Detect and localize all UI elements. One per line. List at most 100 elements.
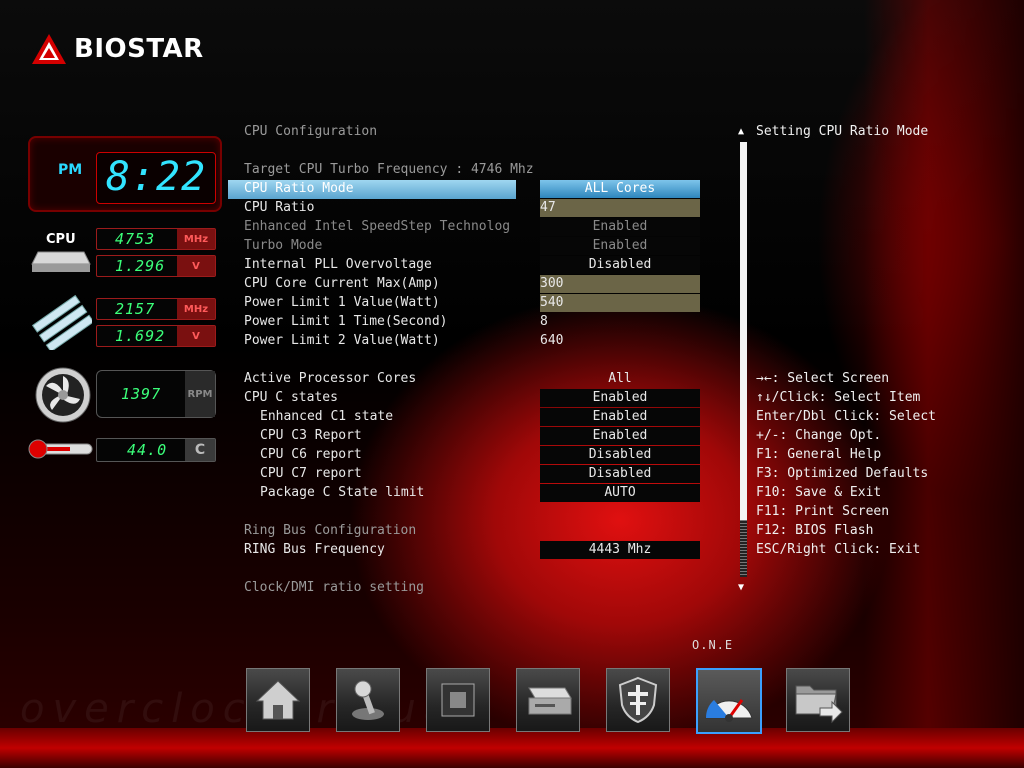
menu-row-value[interactable]: All xyxy=(540,370,700,388)
mem-volt-unit: V xyxy=(177,326,215,346)
help-key-line: ESC/Right Click: Exit xyxy=(756,542,921,557)
biostar-logo: BIOSTAR xyxy=(30,32,204,66)
dock-one-button[interactable] xyxy=(696,668,762,734)
menu-row-value[interactable]: Enabled xyxy=(540,408,700,426)
thermometer-icon xyxy=(28,439,93,459)
menu-row-value[interactable]: ALL Cores xyxy=(540,180,700,198)
menu-row-value[interactable]: Disabled xyxy=(540,465,700,483)
menu-row-label: Power Limit 2 Value(Watt) xyxy=(244,333,440,348)
home-icon xyxy=(255,680,301,720)
clock-dmi-section[interactable]: Clock/DMI ratio setting xyxy=(244,580,424,595)
menu-row-c3-report[interactable]: CPU C3 Report Enabled xyxy=(228,427,700,446)
joystick-icon xyxy=(352,680,384,720)
scroll-down-arrow-icon[interactable]: ▼ xyxy=(738,582,744,593)
menu-row-label: Power Limit 1 Value(Watt) xyxy=(244,295,440,310)
menu-row-turbo-mode: Turbo Mode Enabled xyxy=(228,237,700,256)
drive-icon xyxy=(528,687,572,715)
menu-row-value[interactable]: 540 xyxy=(540,294,700,312)
menu-row-label: CPU C6 report xyxy=(260,447,362,462)
menu-row-value[interactable]: 640 xyxy=(540,332,700,350)
menu-row-power-limit-2-value[interactable]: Power Limit 2 Value(Watt) 640 xyxy=(228,332,700,351)
logo-mark-icon xyxy=(32,34,66,64)
cpu-volt-display: 1.296 V xyxy=(96,255,216,277)
cpu-volt-value: 1.296 xyxy=(115,257,166,275)
menu-row-value[interactable]: Enabled xyxy=(540,389,700,407)
scroll-up-arrow-icon[interactable]: ▲ xyxy=(738,126,744,137)
cpu-freq-unit: MHz xyxy=(177,229,215,249)
mem-freq-unit: MHz xyxy=(177,299,215,319)
dock-chipset-button[interactable] xyxy=(426,668,490,732)
memory-module-icon xyxy=(32,294,92,350)
menu-row-pll-overvoltage[interactable]: Internal PLL Overvoltage Disabled xyxy=(228,256,700,275)
menu-row-value: Enabled xyxy=(540,218,700,236)
folder-exit-icon xyxy=(795,685,843,724)
dock-active-label: O.N.E xyxy=(692,638,734,652)
menu-row-cpu-ratio-mode[interactable]: CPU Ratio Mode ALL Cores xyxy=(228,180,700,199)
menu-row-value[interactable]: Disabled xyxy=(540,446,700,464)
page-title: CPU Configuration xyxy=(244,124,378,139)
menu-row-c7-report[interactable]: CPU C7 report Disabled xyxy=(228,465,700,484)
fan-icon xyxy=(35,367,91,423)
temp-unit: C xyxy=(185,439,215,461)
floor-decoration xyxy=(0,728,1024,768)
menu-row-cpu-ratio[interactable]: CPU Ratio 47 xyxy=(228,199,700,218)
temp-display: 44.0 C xyxy=(96,438,216,462)
cpu-label: CPU xyxy=(46,232,76,247)
menu-row-value[interactable]: 47 xyxy=(540,199,700,217)
help-title: Setting CPU Ratio Mode xyxy=(756,124,929,139)
turbo-frequency-info: Target CPU Turbo Frequency : 4746 Mhz xyxy=(244,162,534,177)
menu-row-label: CPU C3 Report xyxy=(260,428,362,443)
menu-row-label: RING Bus Frequency xyxy=(244,542,385,557)
dock-storage-button[interactable] xyxy=(516,668,580,732)
dock-home-button[interactable] xyxy=(246,668,310,732)
menu-row-label: Active Processor Cores xyxy=(244,371,417,386)
menu-row-value[interactable]: 4443 Mhz xyxy=(540,541,700,559)
menu-row-c-states[interactable]: CPU C states Enabled xyxy=(228,389,700,408)
clock-time: 8:22 xyxy=(105,154,207,200)
speedometer-icon xyxy=(705,699,753,722)
help-key-line: F10: Save & Exit xyxy=(756,485,882,500)
dock-exit-button[interactable] xyxy=(786,668,850,732)
menu-row-value[interactable]: 8 xyxy=(540,313,700,331)
mem-freq-value: 2157 xyxy=(115,300,156,318)
temp-value: 44.0 xyxy=(127,441,168,459)
menu-row-label: CPU Core Current Max(Amp) xyxy=(244,276,440,291)
menu-row-label: CPU C states xyxy=(244,390,338,405)
menu-row-c6-report[interactable]: CPU C6 report Disabled xyxy=(228,446,700,465)
menu-row-core-current-max[interactable]: CPU Core Current Max(Amp) 300 xyxy=(228,275,700,294)
menu-row-active-cores[interactable]: Active Processor Cores All xyxy=(228,370,700,389)
menu-row-value[interactable]: 300 xyxy=(540,275,700,293)
brand-name: BIOSTAR xyxy=(74,34,204,64)
menu-row-label: Turbo Mode xyxy=(244,238,323,253)
fan-speed-display: 1397 RPM xyxy=(96,370,216,418)
dock-oc-button[interactable] xyxy=(336,668,400,732)
menu-row-value[interactable]: Disabled xyxy=(540,256,700,274)
menu-row-value[interactable]: AUTO xyxy=(540,484,700,502)
cpu-freq-value: 4753 xyxy=(115,230,156,248)
menu-row-label: CPU Ratio Mode xyxy=(244,181,354,196)
menu-row-c1-state[interactable]: Enhanced C1 state Enabled xyxy=(228,408,700,427)
menu-row-label: Power Limit 1 Time(Second) xyxy=(244,314,448,329)
menu-row-power-limit-1-value[interactable]: Power Limit 1 Value(Watt) 540 xyxy=(228,294,700,313)
scrollbar-thumb[interactable] xyxy=(740,142,747,520)
menu-row-ring-bus-frequency[interactable]: RING Bus Frequency 4443 Mhz xyxy=(228,541,700,560)
menu-row-label: CPU Ratio xyxy=(244,200,315,215)
clock-period: PM xyxy=(58,162,83,178)
mem-volt-value: 1.692 xyxy=(115,327,166,345)
menu-row-value: Enabled xyxy=(540,237,700,255)
menu-row-label: Enhanced Intel SpeedStep Technolog xyxy=(244,219,511,234)
menu-row-value[interactable]: Enabled xyxy=(540,427,700,445)
mem-freq-display: 2157 MHz xyxy=(96,298,216,320)
menu-row-label: Enhanced C1 state xyxy=(260,409,394,424)
menu-row-power-limit-1-time[interactable]: Power Limit 1 Time(Second) 8 xyxy=(228,313,700,332)
menu-row-speedstep: Enhanced Intel SpeedStep Technolog Enabl… xyxy=(228,218,700,237)
dock-security-button[interactable] xyxy=(606,668,670,732)
ring-bus-section: Ring Bus Configuration xyxy=(244,523,417,538)
menu-row-label: Package C State limit xyxy=(260,485,425,500)
menu-row-package-c-state[interactable]: Package C State limit AUTO xyxy=(228,484,700,503)
cpu-freq-display: 4753 MHz xyxy=(96,228,216,250)
help-key-line: F1: General Help xyxy=(756,447,882,462)
help-key-line: Enter/Dbl Click: Select xyxy=(756,409,937,424)
fan-rpm-value: 1397 xyxy=(121,385,162,403)
menu-row-label: CPU C7 report xyxy=(260,466,362,481)
